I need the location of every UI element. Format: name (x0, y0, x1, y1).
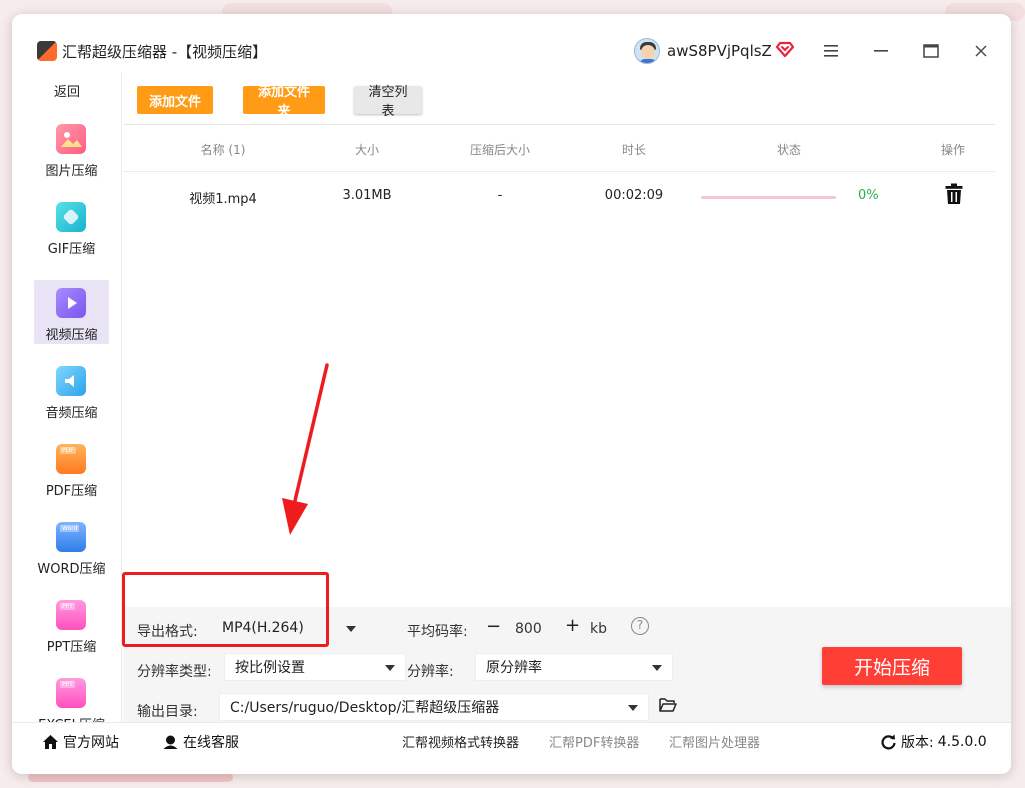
chevron-down-icon (346, 626, 356, 632)
bitrate-minus-button[interactable]: − (486, 616, 501, 637)
excel-icon: PPT (56, 678, 86, 708)
output-dir-value: C:/Users/ruguo/Desktop/汇帮超级压缩器 (230, 700, 500, 716)
resolution-type-select[interactable]: 按比例设置 (224, 653, 406, 681)
bitrate-unit: kb (590, 621, 607, 637)
sidebar-item-video[interactable]: 视频压缩 (34, 280, 109, 344)
menu-icon[interactable] (816, 36, 846, 66)
website-link[interactable]: 官方网站 (42, 732, 119, 752)
app-logo-icon (37, 41, 57, 61)
word-icon: Word (56, 522, 86, 552)
sidebar-item-pdf[interactable]: PDF PDF压缩 (34, 436, 109, 500)
sidebar-item-label: PPT压缩 (46, 640, 97, 655)
word-badge: Word (60, 525, 80, 532)
add-file-button[interactable]: 添加文件 (137, 86, 213, 114)
resolution-type-label: 分辨率类型: (137, 664, 212, 680)
file-duration: 00:02:09 (604, 188, 664, 203)
column-header-compressed-size: 压缩后大小 (469, 143, 530, 157)
audio-icon (56, 366, 86, 396)
version-info[interactable]: 版本: 4.5.0.0 (880, 732, 987, 752)
resolution-value: 原分辨率 (486, 660, 542, 676)
sidebar: 返回 图片压缩 GIF压缩 视频压缩 音频压缩 PDF PDF压缩 Word W… (12, 72, 122, 733)
username[interactable]: awS8PVjPqlsZ (667, 42, 772, 60)
headset-icon (163, 735, 178, 749)
pdf-icon: PDF (56, 444, 86, 474)
progress-bar (701, 196, 836, 199)
highlight-box (122, 572, 329, 647)
pdf-converter-link[interactable]: 汇帮PDF转换器 (549, 732, 639, 751)
annotation-arrow (282, 363, 329, 535)
sidebar-item-ppt[interactable]: PPT PPT压缩 (34, 592, 109, 656)
video-converter-link[interactable]: 汇帮视频格式转换器 (402, 732, 519, 751)
image-processor-link[interactable]: 汇帮图片处理器 (669, 732, 760, 751)
avatar-face (641, 45, 655, 59)
footer: 官方网站 在线客服 汇帮视频格式转换器 汇帮PDF转换器 汇帮图片处理器 版本:… (12, 722, 1011, 774)
sidebar-item-word[interactable]: Word WORD压缩 (34, 514, 109, 578)
window-title: 汇帮超级压缩器 -【视频压缩】 (62, 43, 268, 61)
chevron-down-icon (628, 705, 638, 711)
resolution-label: 分辨率: (407, 664, 454, 680)
avatar-shirt (639, 59, 657, 63)
add-folder-button[interactable]: 添加文件夹 (243, 84, 325, 118)
resolution-select[interactable]: 原分辨率 (475, 653, 673, 681)
progress-percent: 0% (858, 188, 879, 203)
app-window: 汇帮超级压缩器 -【视频压缩】 awS8PVjPqlsZ 返回 图片压缩 GIF… (12, 14, 1011, 774)
bitrate-value[interactable]: 800 (515, 621, 542, 637)
sidebar-item-image[interactable]: 图片压缩 (34, 116, 109, 180)
ppt-icon: PPT (56, 600, 86, 630)
column-header-action: 操作 (940, 143, 965, 157)
start-compress-button[interactable]: 开始压缩 (822, 647, 962, 685)
help-icon[interactable]: ? (631, 617, 649, 635)
folder-open-icon[interactable] (659, 697, 677, 713)
compressed-size: - (497, 188, 503, 203)
file-size: 3.01MB (342, 188, 392, 203)
clear-list-button[interactable]: 清空列表 (354, 84, 422, 118)
home-icon (43, 735, 58, 749)
column-header-status: 状态 (776, 143, 801, 157)
column-header-duration: 时长 (621, 143, 646, 157)
ppt-badge: PPT (60, 603, 75, 610)
support-link[interactable]: 在线客服 (162, 732, 239, 752)
version-number: 4.5.0.0 (937, 734, 987, 750)
sidebar-item-label: WORD压缩 (37, 562, 106, 577)
table-divider (123, 171, 995, 172)
chevron-down-icon (385, 665, 395, 671)
sidebar-item-gif[interactable]: GIF压缩 (34, 194, 109, 258)
column-header-size: 大小 (354, 143, 379, 157)
sidebar-item-label: 图片压缩 (45, 164, 98, 179)
minimize-icon[interactable] (866, 36, 896, 66)
support-label: 在线客服 (183, 735, 239, 751)
sidebar-item-audio[interactable]: 音频压缩 (34, 358, 109, 422)
sidebar-item-label: GIF压缩 (47, 242, 96, 257)
file-table: 名称 (1) 大小 压缩后大小 时长 状态 操作 视频1.mp4 3.01MB … (123, 124, 995, 607)
column-header-name: 名称 (1) (200, 143, 246, 157)
pdf-badge: PDF (60, 447, 76, 454)
vip-heart-icon[interactable] (775, 39, 795, 59)
excel-badge: PPT (60, 681, 75, 688)
bitrate-plus-button[interactable]: + (565, 615, 580, 636)
output-label: 输出目录: (137, 704, 198, 720)
version-label: 版本: (901, 735, 934, 751)
avatar[interactable] (634, 38, 660, 64)
file-name: 视频1.mp4 (189, 192, 257, 207)
gif-icon (56, 202, 86, 232)
output-dir-select[interactable]: C:/Users/ruguo/Desktop/汇帮超级压缩器 (219, 693, 649, 721)
video-icon (56, 288, 86, 318)
back-link[interactable]: 返回 (12, 81, 122, 100)
title-bar[interactable]: 汇帮超级压缩器 -【视频压缩】 awS8PVjPqlsZ (12, 14, 1011, 72)
website-label: 官方网站 (63, 735, 119, 751)
chevron-down-icon (652, 665, 662, 671)
resolution-type-value: 按比例设置 (235, 660, 305, 676)
sidebar-item-label: 视频压缩 (45, 328, 98, 343)
sidebar-item-label: PDF压缩 (45, 484, 98, 499)
bitrate-label: 平均码率: (407, 624, 468, 640)
maximize-icon[interactable] (916, 36, 946, 66)
image-icon (56, 124, 86, 154)
close-icon[interactable] (966, 36, 996, 66)
sidebar-item-label: 音频压缩 (45, 406, 98, 421)
trash-icon[interactable] (945, 183, 963, 205)
refresh-icon (881, 734, 896, 750)
